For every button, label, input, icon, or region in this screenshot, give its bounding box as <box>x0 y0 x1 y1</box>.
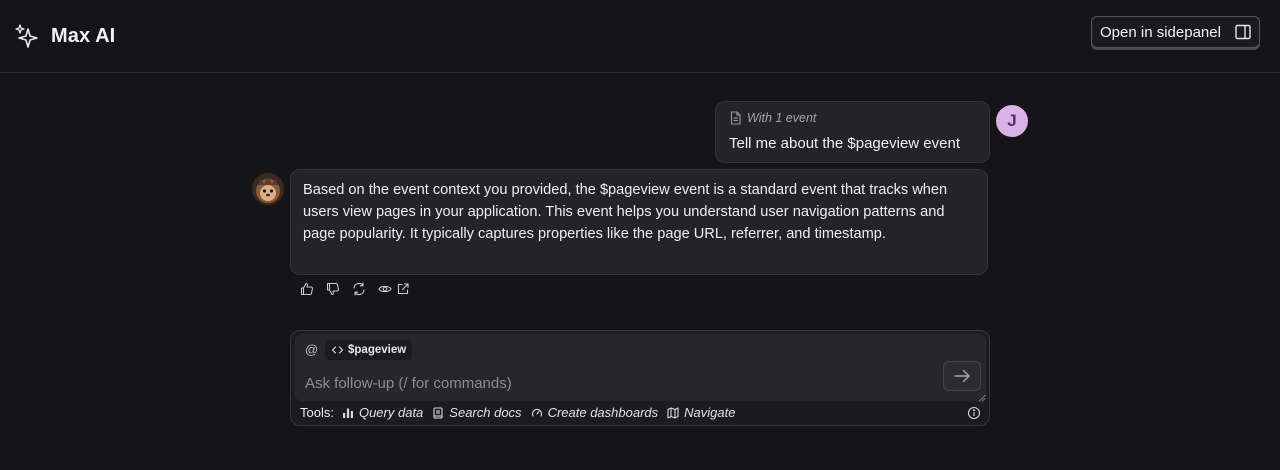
tool-search-docs[interactable]: Search docs <box>432 405 522 420</box>
sidepanel-icon <box>1235 24 1251 40</box>
dashboard-icon <box>531 408 542 417</box>
tool-navigate[interactable]: Navigate <box>667 405 735 420</box>
bar-chart-icon <box>342 408 353 418</box>
assistant-message-text: Based on the event context you provided,… <box>303 182 948 242</box>
prompt-input[interactable] <box>305 372 925 394</box>
context-chip-label: $pageview <box>348 344 407 356</box>
open-external-button[interactable] <box>394 281 412 297</box>
external-link-icon <box>397 283 409 295</box>
tool-query-data[interactable]: Query data <box>342 405 423 420</box>
page-title: Max AI <box>51 25 116 47</box>
open-in-sidepanel-label: Open in sidepanel <box>1100 23 1221 41</box>
send-button[interactable] <box>943 361 981 391</box>
resize-grip-icon[interactable] <box>978 394 986 402</box>
tool-navigate-label: Navigate <box>684 405 736 420</box>
tools-label: Tools: <box>300 405 334 420</box>
hedgehog-avatar-icon <box>252 173 284 205</box>
tool-search-docs-label: Search docs <box>449 405 522 420</box>
tool-query-data-label: Query data <box>358 405 424 420</box>
thumbs-up-button[interactable] <box>298 281 316 297</box>
mention-button[interactable]: @ <box>305 342 318 357</box>
context-label: With 1 event <box>747 111 817 125</box>
thumbs-up-icon <box>300 282 313 296</box>
retry-button[interactable] <box>350 281 368 297</box>
tool-create-dashboards[interactable]: Create dashboards <box>531 405 659 420</box>
info-icon[interactable] <box>967 406 981 420</box>
sparkles-icon <box>15 24 38 48</box>
user-message-text: Tell me about the $pageview event <box>729 135 960 152</box>
thumbs-down-icon <box>326 282 339 296</box>
user-avatar: J <box>996 105 1028 137</box>
header: Max AI Open in sidepanel <box>0 0 1280 73</box>
eye-icon <box>378 285 392 293</box>
code-icon <box>331 346 344 354</box>
assistant-message: Based on the event context you provided,… <box>290 169 988 275</box>
user-message: With 1 event Tell me about the $pageview… <box>715 101 990 163</box>
assistant-avatar <box>252 173 284 205</box>
book-icon <box>433 406 443 419</box>
context-chip[interactable]: $pageview <box>325 340 413 360</box>
composer-input-area: @ $pageview <box>295 334 986 402</box>
composer: @ $pageview Tools: <box>290 330 990 426</box>
thumbs-down-button[interactable] <box>324 281 342 297</box>
retry-icon <box>353 282 365 296</box>
message-actions <box>298 281 412 297</box>
view-button[interactable] <box>376 281 394 297</box>
tools-row: Tools: Query data Search docs Create das… <box>300 405 744 420</box>
context-indicator: With 1 event <box>729 111 816 125</box>
arrow-right-icon <box>954 369 970 383</box>
map-icon <box>667 406 679 419</box>
tool-create-dashboards-label: Create dashboards <box>547 405 659 420</box>
open-in-sidepanel-button[interactable]: Open in sidepanel <box>1091 16 1260 48</box>
document-icon <box>730 111 741 125</box>
